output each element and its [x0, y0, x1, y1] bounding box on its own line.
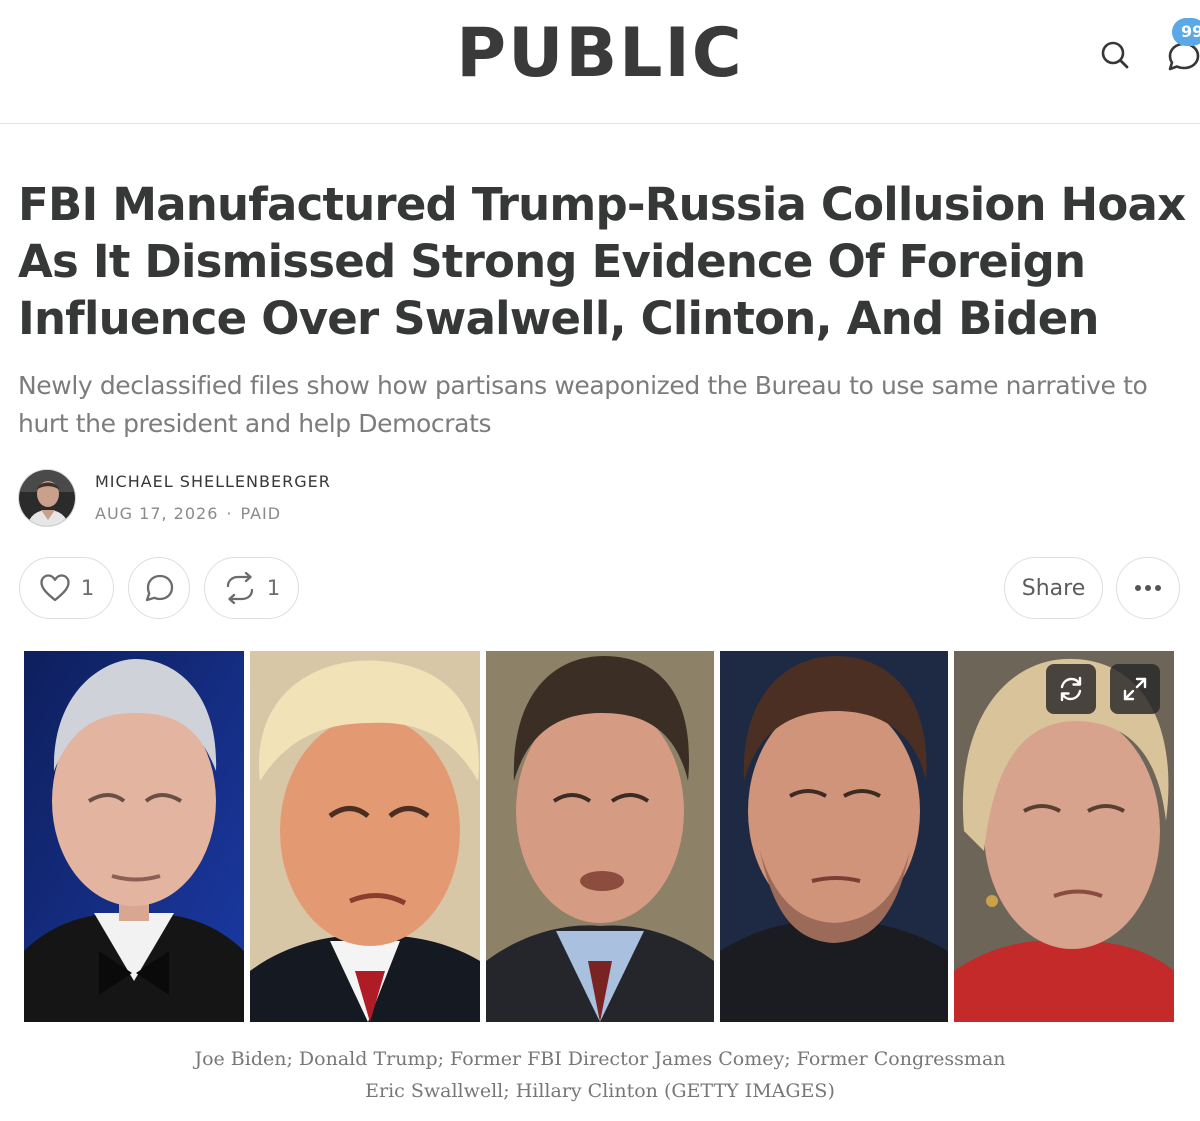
search-button[interactable]: [1094, 34, 1136, 76]
more-options-button[interactable]: [1116, 557, 1180, 619]
heart-icon: [40, 574, 70, 602]
portrait-2: [250, 651, 480, 1022]
access-label: PAID: [240, 504, 282, 523]
restack-button[interactable]: 1: [204, 557, 299, 619]
portrait-4: [720, 651, 948, 1022]
portrait-1: [24, 651, 244, 1022]
top-bar: PUBLIC 99: [0, 0, 1200, 124]
article-title: FBI Manufactured Trump-Russia Collusion …: [18, 178, 1186, 345]
caption-line-2: Eric Swallwell; Hillary Clinton (GETTY I…: [365, 1080, 835, 1102]
refresh-icon: [1060, 676, 1082, 702]
like-button[interactable]: 1: [19, 557, 114, 619]
portrait-3: [486, 651, 714, 1022]
ellipsis-icon: [1135, 585, 1161, 591]
article-hero-image[interactable]: [24, 651, 1174, 1022]
post-meta: AUG 17, 2026 · PAID: [95, 504, 281, 524]
publication-logo[interactable]: PUBLIC: [0, 18, 1200, 90]
expand-image-button[interactable]: [1110, 664, 1160, 714]
expand-icon: [1123, 677, 1147, 701]
restack-count: 1: [266, 576, 281, 600]
article-subtitle: Newly declassified files show how partis…: [18, 371, 1148, 438]
comment-button[interactable]: [128, 557, 190, 619]
comment-count-badge: 99: [1172, 18, 1200, 46]
author-avatar[interactable]: [18, 469, 76, 527]
share-button[interactable]: Share: [1004, 557, 1103, 619]
meta-separator: ·: [226, 504, 233, 523]
caption-line-1: Joe Biden; Donald Trump; Former FBI Dire…: [194, 1048, 1006, 1070]
restack-icon: [226, 572, 253, 604]
search-icon: [1101, 41, 1129, 69]
post-date: AUG 17, 2026: [95, 504, 219, 523]
comment-icon: [145, 574, 174, 602]
like-count: 1: [80, 576, 95, 600]
author-name[interactable]: MICHAEL SHELLENBERGER: [95, 472, 331, 492]
image-caption: Joe Biden; Donald Trump; Former FBI Dire…: [0, 1043, 1200, 1107]
refresh-image-button[interactable]: [1046, 664, 1096, 714]
